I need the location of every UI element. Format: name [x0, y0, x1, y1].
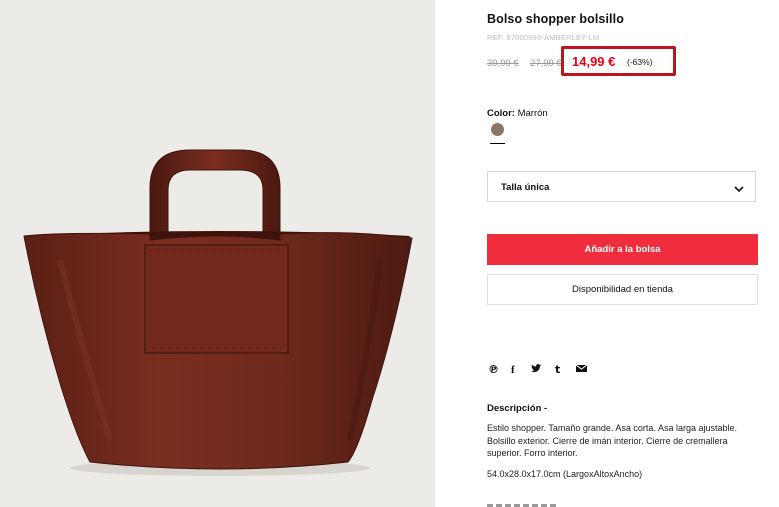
- product-title: Bolso shopper bolsillo: [487, 12, 624, 26]
- truncated-next-line: [487, 500, 557, 507]
- brown-shopper-bag-illustration: [0, 0, 435, 507]
- description-text: Estilo shopper. Tamaño grande. Asa corta…: [487, 423, 737, 458]
- product-image[interactable]: [0, 0, 435, 507]
- color-swatch-marron[interactable]: [491, 123, 504, 136]
- color-value: Marrón: [517, 108, 548, 119]
- product-reference: REF. 87000093-AMBERLEY-LM: [487, 33, 600, 42]
- swatch-selected-indicator: [490, 143, 505, 144]
- color-label-row: Color: Marrón: [487, 108, 548, 119]
- size-selected-value: Talla única: [501, 182, 550, 193]
- twitter-icon[interactable]: [531, 363, 542, 378]
- product-dimensions: 54.0x28.0x17.0cm (LargoxAltoxAncho): [487, 469, 643, 479]
- pinterest-icon[interactable]: ℗: [488, 363, 499, 377]
- tumblr-icon[interactable]: t: [555, 363, 560, 377]
- chevron-down-icon: [734, 181, 744, 199]
- email-icon[interactable]: [575, 363, 588, 377]
- description-title: Descripción -: [487, 403, 548, 414]
- add-to-bag-button[interactable]: Añadir a la bolsa: [487, 234, 758, 265]
- facebook-icon[interactable]: f: [511, 363, 515, 377]
- original-price: 39,99 €: [487, 58, 519, 69]
- discount-percentage: (-63%): [627, 57, 653, 67]
- color-label: Color:: [487, 108, 515, 119]
- previous-price: 27,99 €: [530, 58, 562, 69]
- store-availability-button[interactable]: Disponibilidad en tienda: [487, 274, 758, 305]
- product-info-panel: Bolso shopper bolsillo REF. 87000093-AMB…: [487, 0, 759, 507]
- sale-price-highlight: 14,99 € (-63%): [561, 46, 676, 76]
- size-select[interactable]: Talla única: [487, 171, 756, 202]
- sale-price: 14,99 €: [572, 54, 616, 69]
